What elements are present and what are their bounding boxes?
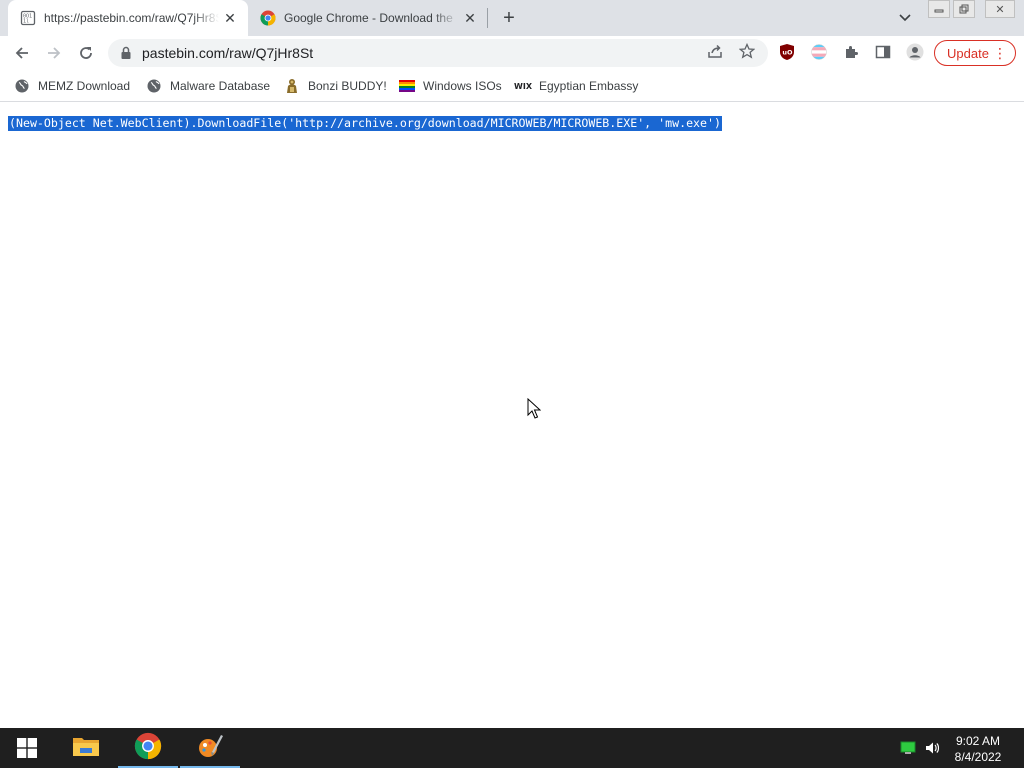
forward-button[interactable]	[41, 40, 67, 66]
update-button[interactable]: Update ⋮	[934, 40, 1016, 66]
tab-title: https://pastebin.com/raw/Q7jHr8St	[44, 11, 219, 25]
toolbar: pastebin.com/raw/Q7jHr8St uO Update ⋮	[0, 36, 1024, 70]
wix-icon: WIX	[514, 81, 532, 91]
bookmark-star-icon[interactable]	[738, 42, 756, 60]
bookmarks-bar: MEMZ Download Malware Database Bonzi BUD…	[0, 70, 1024, 102]
tab-strip: 0O1 1l https://pastebin.com/raw/Q7jHr8St …	[0, 0, 1024, 36]
volume-icon[interactable]	[924, 740, 940, 756]
taskbar-paint[interactable]	[180, 728, 240, 768]
globe-icon	[14, 78, 30, 94]
network-icon[interactable]	[900, 740, 916, 756]
reload-button[interactable]	[73, 40, 99, 66]
bookmark-label: Windows ISOs	[423, 79, 502, 93]
svg-text:uO: uO	[782, 49, 793, 57]
menu-dots-icon[interactable]: ⋮	[993, 45, 1007, 61]
tab-pastebin[interactable]: 0O1 1l https://pastebin.com/raw/Q7jHr8St …	[8, 0, 248, 36]
tab-chrome-download[interactable]: Google Chrome - Download the ✕	[248, 0, 488, 36]
bookmark-memz-download[interactable]: MEMZ Download	[14, 76, 130, 96]
url-text: pastebin.com/raw/Q7jHr8St	[142, 45, 314, 61]
taskbar-chrome[interactable]	[118, 728, 178, 768]
raw-paste-text[interactable]: (New-Object Net.WebClient).DownloadFile(…	[8, 116, 722, 131]
chrome-icon	[260, 10, 276, 26]
globe-icon	[146, 78, 162, 94]
taskbar-clock[interactable]: 9:02 AM 8/4/2022	[945, 733, 1011, 765]
tab-title: Google Chrome - Download the	[284, 11, 453, 25]
tab-separator	[487, 8, 488, 28]
share-icon[interactable]	[706, 42, 724, 60]
bookmark-label: MEMZ Download	[38, 79, 131, 93]
chrome-icon	[134, 732, 162, 765]
bookmark-label: Bonzi BUDDY!	[308, 79, 387, 93]
mouse-pointer-icon	[527, 397, 542, 425]
close-window-button[interactable]: ✕	[985, 0, 1015, 18]
taskbar-file-explorer[interactable]	[56, 728, 116, 768]
clock-date: 8/4/2022	[954, 750, 1002, 764]
update-label: Update	[947, 45, 989, 61]
folder-icon	[72, 734, 100, 763]
restore-button[interactable]	[953, 0, 975, 18]
extensions-puzzle-icon[interactable]	[842, 43, 860, 61]
windows-logo-icon	[17, 738, 37, 758]
bookmark-windows-isos[interactable]: Windows ISOs	[399, 76, 502, 96]
back-button[interactable]	[9, 40, 35, 66]
page-content: (New-Object Net.WebClient).DownloadFile(…	[0, 103, 1024, 728]
paint-icon	[196, 732, 224, 765]
new-tab-button[interactable]: +	[497, 6, 521, 30]
taskbar: 9:02 AM 8/4/2022	[0, 728, 1024, 768]
svg-text:1l: 1l	[23, 19, 29, 25]
tab-search-chevron-icon[interactable]	[895, 8, 915, 28]
close-tab-icon[interactable]: ✕	[462, 10, 478, 26]
bookmark-malware-database[interactable]: Malware Database	[146, 76, 270, 96]
address-bar[interactable]: pastebin.com/raw/Q7jHr8St	[108, 39, 768, 67]
pastebin-icon: 0O1 1l	[20, 10, 36, 26]
clock-time: 9:02 AM	[955, 734, 1001, 748]
rainbow-flag-icon	[399, 78, 415, 94]
bookmark-bonzi-buddy[interactable]: Bonzi BUDDY!	[284, 76, 387, 96]
bookmark-label: Malware Database	[170, 79, 271, 93]
ublock-origin-icon[interactable]: uO	[778, 43, 796, 61]
pride-extension-icon[interactable]	[810, 43, 828, 61]
profile-avatar-icon[interactable]	[906, 43, 924, 61]
close-tab-icon[interactable]: ✕	[222, 10, 238, 26]
minimize-button[interactable]	[928, 0, 950, 18]
bookmark-egyptian-embassy[interactable]: WIX Egyptian Embassy	[514, 76, 639, 96]
start-button[interactable]	[0, 728, 54, 768]
bonzi-icon	[284, 78, 300, 94]
bookmark-label: Egyptian Embassy	[539, 79, 639, 93]
lock-icon[interactable]	[120, 46, 132, 60]
side-panel-icon[interactable]	[874, 43, 892, 61]
